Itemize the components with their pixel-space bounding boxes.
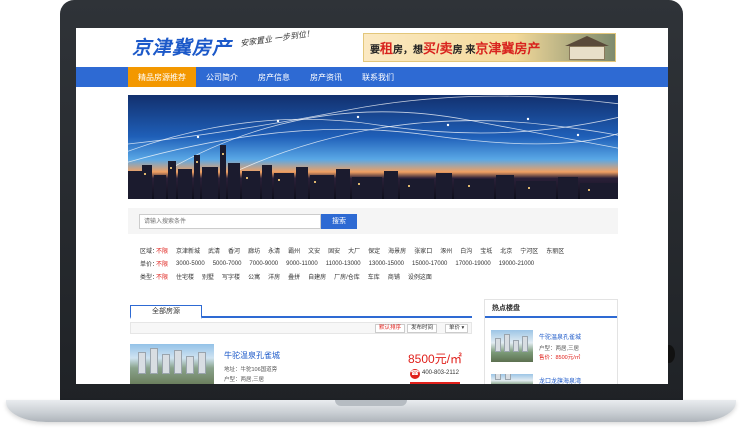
- hot-properties-panel: 热点楼盘 牛驼温泉孔雀城 户型：两居,三居 售价：8500元/㎡ 龙口龙旗海泉湾: [484, 299, 618, 384]
- slogan: 安家置业 一步到位！: [239, 28, 315, 49]
- listing-address: 地址：牛驼106国道旁: [224, 367, 278, 373]
- sort-time-button[interactable]: 发布时间: [407, 324, 438, 333]
- filter-option[interactable]: 宁河区: [520, 246, 538, 255]
- filter-option[interactable]: 固安: [328, 246, 340, 255]
- filter-row-district: 区域： 不限 京津新城 武清 香河 廊坊 永清 霸州 文安 固安 大厂 保定 海…: [140, 244, 620, 257]
- filter-option[interactable]: 不限: [156, 246, 168, 255]
- filter-option[interactable]: 车库: [368, 272, 380, 281]
- filter-option[interactable]: 3000-5000: [176, 261, 205, 267]
- contact-button[interactable]: [410, 382, 460, 384]
- nav-item-property-news[interactable]: 房产资讯: [300, 67, 352, 87]
- filter-option[interactable]: 宝坻: [480, 246, 492, 255]
- filter-option[interactable]: 不限: [156, 272, 168, 281]
- browser-screen: 京津冀房产 安家置业 一步到位！ 要租房，想买/卖房 来京津冀房产 精品房源推荐…: [76, 28, 668, 384]
- filter-option[interactable]: 武清: [208, 246, 220, 255]
- filter-row-price: 单价： 不限 3000-5000 5000-7000 7000-9000 900…: [140, 257, 620, 270]
- filter-option[interactable]: 永清: [268, 246, 280, 255]
- sort-default-button[interactable]: 默认排序: [375, 324, 406, 333]
- site-logo[interactable]: 京津冀房产: [132, 33, 232, 60]
- filter-option[interactable]: 保定: [368, 246, 380, 255]
- banner-text: 要租房，想买/卖房 来京津冀房产: [370, 41, 541, 56]
- sort-price-button[interactable]: 单价 ▾: [445, 324, 469, 333]
- search-panel: 搜索: [128, 208, 618, 234]
- listing-price: 8500元/㎡: [408, 352, 463, 366]
- filter-option[interactable]: 京津新城: [176, 246, 200, 255]
- laptop-notch: [335, 400, 407, 406]
- listing-thumbnail[interactable]: [130, 344, 214, 384]
- search-button[interactable]: 搜索: [321, 214, 357, 229]
- filter-option[interactable]: 廊坊: [248, 246, 260, 255]
- search-input[interactable]: [139, 214, 321, 229]
- sidebar-item-unit-type: 户型：两居,三居: [539, 346, 580, 352]
- nav-item-featured[interactable]: 精品房源推荐: [128, 67, 196, 87]
- filter-label: 类型：: [140, 275, 159, 281]
- filter-option[interactable]: 大厂: [348, 246, 360, 255]
- nav-item-contact[interactable]: 联系我们: [352, 67, 404, 87]
- header-banner-ad[interactable]: 要租房，想买/卖房 来京津冀房产: [363, 33, 616, 62]
- listing-item[interactable]: 牛驼温泉孔雀城 地址：牛驼106国道旁 户型：两居,三居 8500元/㎡ ☎ 4…: [130, 344, 472, 384]
- filter-option[interactable]: 自建房: [308, 272, 326, 281]
- tab-all-listings[interactable]: 全部房源: [130, 305, 202, 319]
- filter-option[interactable]: 7000-9000: [249, 261, 278, 267]
- filter-option[interactable]: 19000-21000: [499, 261, 534, 267]
- listing-unit-type: 户型：两居,三居: [224, 377, 265, 383]
- sidebar-thumbnail[interactable]: [491, 330, 533, 362]
- hero-cityscape-banner: [128, 95, 618, 199]
- sidebar-item-name[interactable]: 牛驼温泉孔雀城: [539, 332, 581, 341]
- filter-option[interactable]: 北京: [500, 246, 512, 255]
- filter-option[interactable]: 住宅楼: [176, 272, 194, 281]
- sidebar-thumbnail[interactable]: [491, 374, 533, 384]
- sidebar-title: 热点楼盘: [485, 300, 617, 318]
- filter-option[interactable]: 东丽区: [546, 246, 564, 255]
- filter-option[interactable]: 洋房: [268, 272, 280, 281]
- filter-option[interactable]: 香河: [228, 246, 240, 255]
- filter-option[interactable]: 白沟: [460, 246, 472, 255]
- listing-name[interactable]: 牛驼温泉孔雀城: [224, 350, 280, 361]
- filter-label: 单价：: [140, 262, 159, 268]
- filter-option[interactable]: 写字楼: [222, 272, 240, 281]
- filter-option[interactable]: 文安: [308, 246, 320, 255]
- nav-item-about[interactable]: 公司简介: [196, 67, 248, 87]
- listing-tabs: 全部房源: [130, 303, 472, 319]
- filter-option[interactable]: 17000-19000: [455, 261, 490, 267]
- listing-phone: 400-803-2112: [422, 370, 459, 376]
- filter-option[interactable]: 叠拼: [288, 272, 300, 281]
- filter-panel: 区域： 不限 京津新城 武清 香河 廊坊 永清 霸州 文安 固安 大厂 保定 海…: [140, 244, 620, 283]
- filter-option[interactable]: 9000-11000: [286, 261, 318, 267]
- main-nav: 精品房源推荐 公司简介 房产信息 房产资讯 联系我们: [76, 67, 668, 87]
- sidebar-item-name[interactable]: 龙口龙旗海泉湾: [539, 376, 581, 384]
- filter-option[interactable]: 5000-7000: [213, 261, 242, 267]
- filter-option[interactable]: 厂房/仓库: [334, 272, 360, 281]
- site-header: 京津冀房产 安家置业 一步到位！ 要租房，想买/卖房 来京津冀房产: [76, 28, 668, 67]
- filter-option[interactable]: 不限: [156, 259, 168, 268]
- sort-bar: 默认排序 发布时间 单价 ▾: [130, 322, 472, 334]
- filter-option[interactable]: 霸州: [288, 246, 300, 255]
- nav-item-property-info[interactable]: 房产信息: [248, 67, 300, 87]
- filter-option[interactable]: 13000-15000: [369, 261, 404, 267]
- filter-option[interactable]: 涿州: [440, 246, 452, 255]
- filter-option[interactable]: 公寓: [248, 272, 260, 281]
- filter-option[interactable]: 设例这面: [408, 272, 432, 281]
- filter-option[interactable]: 商铺: [388, 272, 400, 281]
- chevron-down-icon: ▾: [461, 325, 465, 331]
- filter-row-type: 类型： 不限 住宅楼 别墅 写字楼 公寓 洋房 叠拼 自建房 厂房/仓库 车库 …: [140, 270, 620, 283]
- filter-option[interactable]: 海景房: [388, 246, 406, 255]
- sidebar-item-price: 售价：8500元/㎡: [539, 355, 581, 361]
- filter-option[interactable]: 别墅: [202, 272, 214, 281]
- filter-option[interactable]: 张家口: [414, 246, 432, 255]
- filter-label: 区域：: [140, 249, 159, 255]
- filter-option[interactable]: 15000-17000: [412, 261, 447, 267]
- house-image: [559, 34, 615, 61]
- phone-icon: ☎: [410, 369, 420, 379]
- filter-option[interactable]: 11000-13000: [326, 261, 361, 267]
